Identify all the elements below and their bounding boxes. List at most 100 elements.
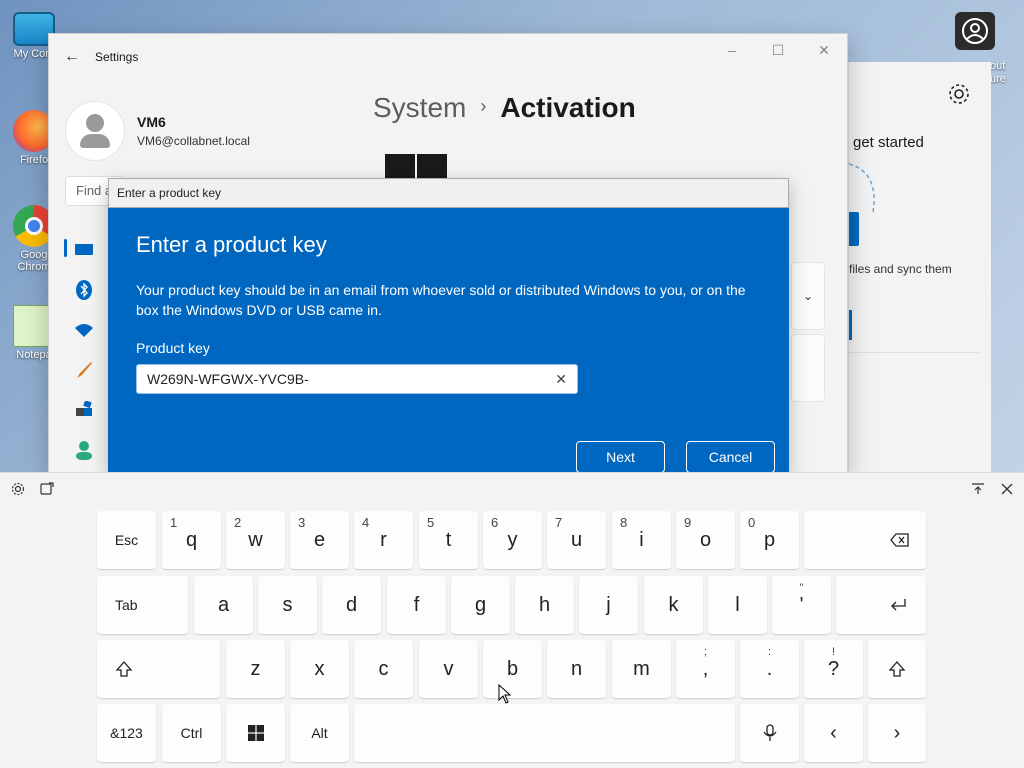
background-window-accent [849, 310, 852, 340]
dialog-heading: Enter a product key [136, 232, 327, 257]
settings-card[interactable]: ⌄ [791, 262, 825, 330]
sidebar-nav [69, 230, 99, 470]
dialog-body: Enter a product key Your product key sho… [108, 208, 789, 472]
product-key-field[interactable]: ✕ [136, 364, 578, 394]
clear-icon[interactable]: ✕ [555, 371, 567, 388]
key-c[interactable]: c [354, 640, 413, 698]
system-icon[interactable] [69, 230, 99, 270]
window-controls: – ☐ ✕ [709, 34, 847, 66]
key-shift-right[interactable] [868, 640, 926, 698]
windows-logo [385, 154, 449, 180]
shift-icon [115, 661, 133, 677]
network-icon[interactable] [69, 310, 99, 350]
key-m[interactable]: m [612, 640, 671, 698]
key-space[interactable] [354, 704, 735, 762]
key-k[interactable]: k [644, 576, 703, 634]
key-b[interactable]: b [483, 640, 542, 698]
key-windows[interactable] [226, 704, 285, 762]
user-name: VM6 [137, 114, 166, 130]
product-key-label: Product key [136, 340, 210, 356]
back-arrow-icon[interactable]: ← [49, 48, 95, 66]
key-h[interactable]: h [515, 576, 574, 634]
emoji-panel-icon[interactable] [40, 482, 54, 496]
mouse-cursor-icon [498, 684, 512, 704]
breadcrumb-parent[interactable]: System [373, 92, 466, 123]
key-s[interactable]: s [258, 576, 317, 634]
key-r[interactable]: 4r [354, 511, 413, 569]
key-question[interactable]: !? [804, 640, 863, 698]
key-y[interactable]: 6y [483, 511, 542, 569]
user-account-icon[interactable] [955, 12, 995, 50]
key-u[interactable]: 7u [547, 511, 606, 569]
gear-icon[interactable] [947, 82, 971, 106]
breadcrumb-separator: › [480, 96, 487, 116]
product-key-dialog: Enter a product key Enter a product key … [108, 178, 789, 472]
touch-keyboard: Esc 1q 2w 3e 4r 5t 6y 7u 8i 9o 0p Tab a … [0, 472, 1024, 768]
key-symbols[interactable]: &123 [97, 704, 156, 762]
key-tab[interactable]: Tab [97, 576, 188, 634]
dialog-titlebar: Enter a product key [108, 178, 789, 208]
key-t[interactable]: 5t [419, 511, 478, 569]
key-apostrophe[interactable]: " ' [772, 576, 831, 634]
key-shift-left[interactable] [97, 640, 220, 698]
backspace-icon [890, 533, 909, 547]
key-v[interactable]: v [419, 640, 478, 698]
shift-icon [888, 661, 906, 677]
windows-logo-icon [247, 725, 264, 741]
user-profile[interactable]: VM6 VM6@collabnet.local [65, 101, 250, 161]
key-l[interactable]: l [708, 576, 767, 634]
background-window-title: get started [853, 134, 924, 151]
key-alt[interactable]: Alt [290, 704, 349, 762]
personalization-icon[interactable] [69, 350, 99, 390]
apps-icon[interactable] [69, 390, 99, 430]
user-email: VM6@collabnet.local [137, 134, 250, 148]
key-x[interactable]: x [290, 640, 349, 698]
nav-active-indicator [64, 239, 67, 257]
microphone-icon [762, 724, 777, 741]
key-backspace[interactable] [804, 511, 926, 569]
key-arrow-right[interactable]: › [868, 704, 926, 762]
chevron-down-icon: ⌄ [802, 289, 814, 303]
avatar [65, 101, 125, 161]
key-e[interactable]: 3e [290, 511, 349, 569]
close-icon[interactable]: ✕ [801, 34, 847, 66]
key-n[interactable]: n [547, 640, 606, 698]
background-window-description: files and sync them [849, 262, 952, 276]
next-button[interactable]: Next [576, 441, 665, 472]
key-z[interactable]: z [226, 640, 285, 698]
cancel-button[interactable]: Cancel [686, 441, 775, 472]
keyboard-settings-icon[interactable] [11, 482, 25, 496]
key-arrow-left[interactable]: ‹ [804, 704, 863, 762]
key-f[interactable]: f [387, 576, 446, 634]
product-key-input[interactable] [147, 371, 556, 387]
accounts-icon[interactable] [69, 430, 99, 470]
key-ctrl[interactable]: Ctrl [162, 704, 221, 762]
key-period[interactable]: :. [740, 640, 799, 698]
key-p[interactable]: 0p [740, 511, 799, 569]
key-enter[interactable] [836, 576, 926, 634]
key-j[interactable]: j [579, 576, 638, 634]
key-a[interactable]: a [194, 576, 253, 634]
maximize-icon[interactable]: ☐ [755, 34, 801, 66]
breadcrumb: System › Activation [373, 92, 636, 124]
settings-card[interactable] [791, 334, 825, 402]
enter-icon [891, 599, 906, 611]
key-comma[interactable]: ;, [676, 640, 735, 698]
page-title: Activation [500, 92, 636, 123]
key-q[interactable]: 1q [162, 511, 221, 569]
key-d[interactable]: d [322, 576, 381, 634]
key-microphone[interactable] [740, 704, 799, 762]
bluetooth-icon[interactable] [69, 270, 99, 310]
dialog-description: Your product key should be in an email f… [136, 282, 746, 318]
key-esc[interactable]: Esc [97, 511, 156, 569]
key-o[interactable]: 9o [676, 511, 735, 569]
key-g[interactable]: g [451, 576, 510, 634]
desktop-partial-label: out ure [990, 60, 1006, 85]
close-keyboard-icon[interactable] [1000, 482, 1014, 496]
dock-keyboard-icon[interactable] [971, 482, 985, 496]
minimize-icon[interactable]: – [709, 34, 755, 66]
key-w[interactable]: 2w [226, 511, 285, 569]
background-window-divider [849, 352, 979, 353]
background-window: get started files and sync them [848, 62, 991, 472]
key-i[interactable]: 8i [612, 511, 671, 569]
